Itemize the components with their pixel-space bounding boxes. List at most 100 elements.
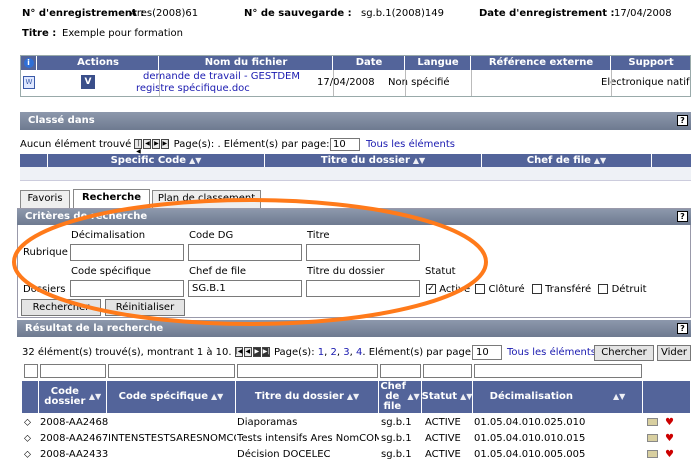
document-icon[interactable]: W [23,76,35,89]
code-specifique-input[interactable] [70,280,184,297]
search-button[interactable]: Rechercher [21,299,101,316]
statut-cloture-checkbox[interactable] [475,284,486,294]
col-chef-file[interactable]: Chef de file ▲▼ [482,154,652,167]
col-filename: Nom du fichier [160,56,333,70]
info-icon: i [21,56,37,70]
results-all-link[interactable]: Tous les éléments [507,347,596,358]
chercher-button[interactable]: Chercher [594,345,654,361]
col-titre-dossier[interactable]: Titre du dossier ▲▼ [265,154,482,167]
first-page-icon[interactable]: |◀ [234,347,243,357]
attachment-date: 17/04/2008 [317,77,375,88]
classe-per-page-input[interactable]: 10 [330,138,360,151]
decimalisation-label: Décimalisation [71,230,146,241]
tab-recherche[interactable]: Recherche [73,189,150,208]
results-count: 32 élément(s) trouvé(s), montrant 1 à 10… [22,347,232,358]
folder-icon[interactable] [647,418,658,426]
page-link-3[interactable]: 3 [343,347,349,358]
sort-icon: ▲▼ [346,392,360,401]
help-icon[interactable]: ? [677,115,688,126]
filter-titre-dossier[interactable] [237,364,378,378]
attachments-header: i Actions Nom du fichier Date Langue Réf… [21,56,690,70]
help-icon[interactable]: ? [677,211,688,222]
statut-transfere-checkbox[interactable] [531,284,542,294]
filter-select-all[interactable] [24,364,38,378]
row-statut: ACTIVE [425,449,461,460]
row-titre: Diaporamas [237,417,298,428]
date-value: 17/04/2008 [614,8,672,19]
prev-page-icon[interactable]: ◀ [143,139,152,149]
sort-icon: ▲▼ [460,392,473,401]
col-statut[interactable]: Statut ▲▼ [422,381,473,413]
col-code-dossier[interactable]: Code dossier ▲▼ [39,381,107,413]
file-name-link-1[interactable]: demande de travail - GESTDEM [143,71,300,82]
page-link-1[interactable]: 1 [318,347,324,358]
results-title: Résultat de la recherche [25,323,164,334]
page-link-4[interactable]: 4 [356,347,362,358]
first-page-icon[interactable]: |◀ [134,139,143,155]
row-statut: ACTIVE [425,417,461,428]
row-dec: 01.05.04.010.010.015 [474,433,586,444]
col-code-specifique[interactable]: Code spécifique ▲▼ [107,381,236,413]
heart-icon[interactable]: ♥ [665,415,674,430]
enr-value: Ares(2008)61 [130,8,199,19]
titre-search-label: Titre [307,230,330,241]
heart-icon[interactable]: ♥ [665,447,674,462]
tab-favoris[interactable]: Favoris [20,190,70,208]
chef-file-label: Chef de file [189,266,247,277]
last-page-icon[interactable]: ▶| [161,139,170,149]
last-page-icon[interactable]: ▶| [261,347,270,357]
chef-file-input[interactable]: SG.B.1 [188,280,302,297]
results-per-page-input[interactable]: 10 [472,345,502,360]
table-row[interactable]: ⬦ 2008-AA2468 Diaporamas sg.b.1 ACTIVE 0… [22,415,690,430]
col-decimalisation[interactable]: Décimalisation ▲▼ [473,381,643,413]
row-chef: sg.b.1 [381,417,412,428]
file-name-link-2[interactable]: registre spécifique.doc [136,83,250,94]
vider-button[interactable]: Vider [657,345,691,361]
next-page-icon[interactable]: ▶ [252,347,261,357]
classe-title: Classé dans [28,115,95,126]
tab-plan-classement[interactable]: Plan de classement [152,190,261,208]
dossiers-label: Dossiers [23,284,66,295]
next-page-icon[interactable]: ▶ [152,139,161,149]
statut-cloture-label: Clôturé [488,284,525,295]
filter-decimalisation[interactable] [474,364,642,378]
prev-page-icon[interactable]: ◀ [243,347,252,357]
col-date: Date [334,56,405,70]
enr-label: N° d'enregistrement : [22,8,145,19]
filter-statut[interactable] [423,364,472,378]
decimalisation-input[interactable] [70,244,184,261]
filter-chef-file[interactable] [380,364,421,378]
table-row[interactable]: ⬦ 2008-AA2433 Décision DOCELEC sg.b.1 AC… [22,447,690,462]
classe-all-link[interactable]: Tous les éléments [366,138,455,152]
col-ref: Référence externe [472,56,611,70]
statut-active-checkbox[interactable]: ✓ [426,284,436,294]
heart-icon[interactable]: ♥ [665,431,674,446]
filter-code-specifique[interactable] [108,364,235,378]
rubrique-label: Rubrique [23,247,68,258]
col-titre-dossier[interactable]: Titre du dossier ▲▼ [236,381,379,413]
row-dec: 01.05.04.010.005.005 [474,449,586,460]
titre-input[interactable] [306,244,420,261]
folder-icon[interactable] [647,450,658,458]
col-chef-file[interactable]: Chef de file ▲▼ [379,381,422,413]
col-specific-code[interactable]: Specific Code ▲▼ [48,154,265,167]
row-titre: Tests intensifs Ares NomCOM [237,433,379,444]
view-action-icon[interactable]: V [81,75,95,89]
folder-icon[interactable] [647,434,658,442]
code-dg-input[interactable] [188,244,302,261]
titre-dossier-input[interactable] [306,280,420,297]
filter-code-dossier[interactable] [40,364,106,378]
row-spec: INTENSTESTSARESNOMCO [108,433,236,444]
record-info: N° d'enregistrement : Ares(2008)61 N° de… [22,8,690,42]
sort-icon: ▲▼ [407,392,420,401]
criteria-section-header: Critères de recherche ? [17,209,691,225]
statut-detruit-checkbox[interactable] [598,284,609,294]
sort-icon: ▲▼ [593,156,607,165]
help-icon[interactable]: ? [677,323,688,334]
page-link-2[interactable]: 2 [330,347,336,358]
reset-button[interactable]: Réinitialiser [105,299,185,316]
code-dg-label: Code DG [189,230,234,241]
results-section-header: Résultat de la recherche ? [17,320,691,337]
table-row[interactable]: ⬦ 2008-AA2467 INTENSTESTSARESNOMCO Tests… [22,431,690,446]
row-statut: ACTIVE [425,433,461,444]
